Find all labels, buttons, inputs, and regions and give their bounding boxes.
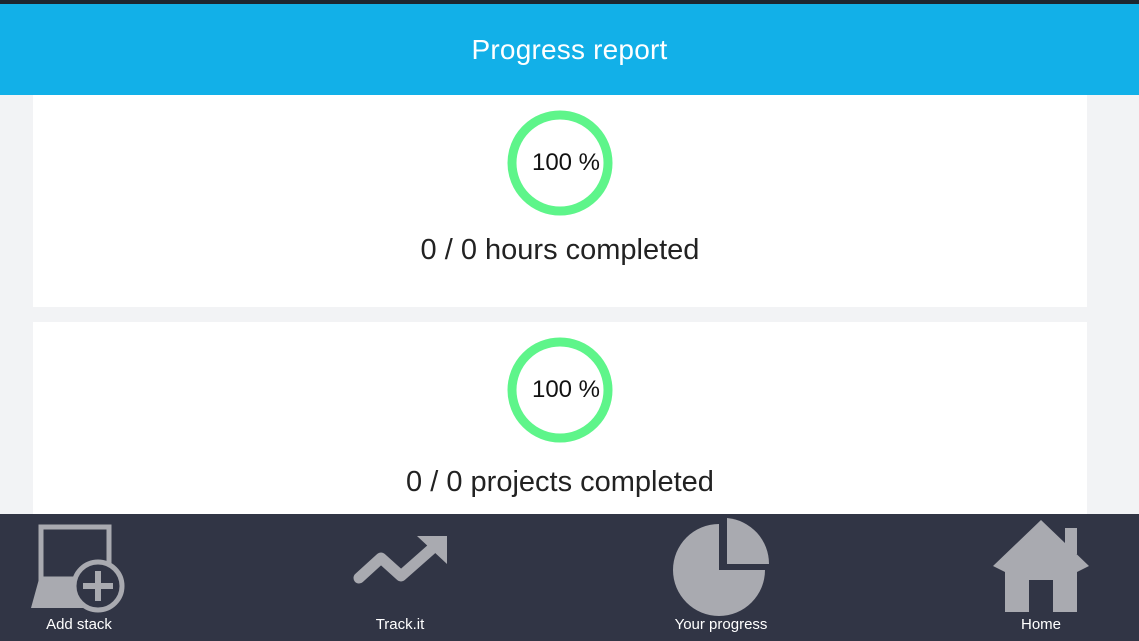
nav-your-progress[interactable]: Your progress (660, 514, 782, 641)
home-icon (993, 520, 1089, 612)
projects-caption: 0 / 0 projects completed (406, 466, 714, 498)
nav-home[interactable]: Home (981, 514, 1101, 641)
hours-caption: 0 / 0 hours completed (420, 234, 700, 266)
hours-progress-ring: 100 % (507, 110, 613, 216)
app-header: Progress report (0, 4, 1139, 95)
hours-card: 100 % 0 / 0 hours completed (33, 95, 1087, 307)
add-stack-icon (31, 524, 125, 613)
nav-add-stack-label: Add stack (46, 616, 112, 633)
page-title: Progress report (471, 33, 668, 65)
projects-progress-ring: 100 % (507, 337, 613, 443)
projects-card: 100 % 0 / 0 projects completed (33, 322, 1087, 514)
hours-percent-label: 100 % (531, 149, 601, 176)
trend-arrow-icon (353, 536, 447, 584)
nav-home-label: Home (1020, 616, 1061, 633)
nav-your-progress-label: Your progress (674, 616, 768, 633)
nav-track-it[interactable]: Track.it (340, 514, 460, 641)
nav-track-it-label: Track.it (375, 616, 425, 633)
pie-chart-icon (673, 518, 770, 616)
bottom-nav: Add stack Track.it Your progress Home (0, 514, 1139, 641)
nav-add-stack[interactable]: Add stack (18, 514, 140, 641)
projects-percent-label: 100 % (531, 376, 601, 403)
